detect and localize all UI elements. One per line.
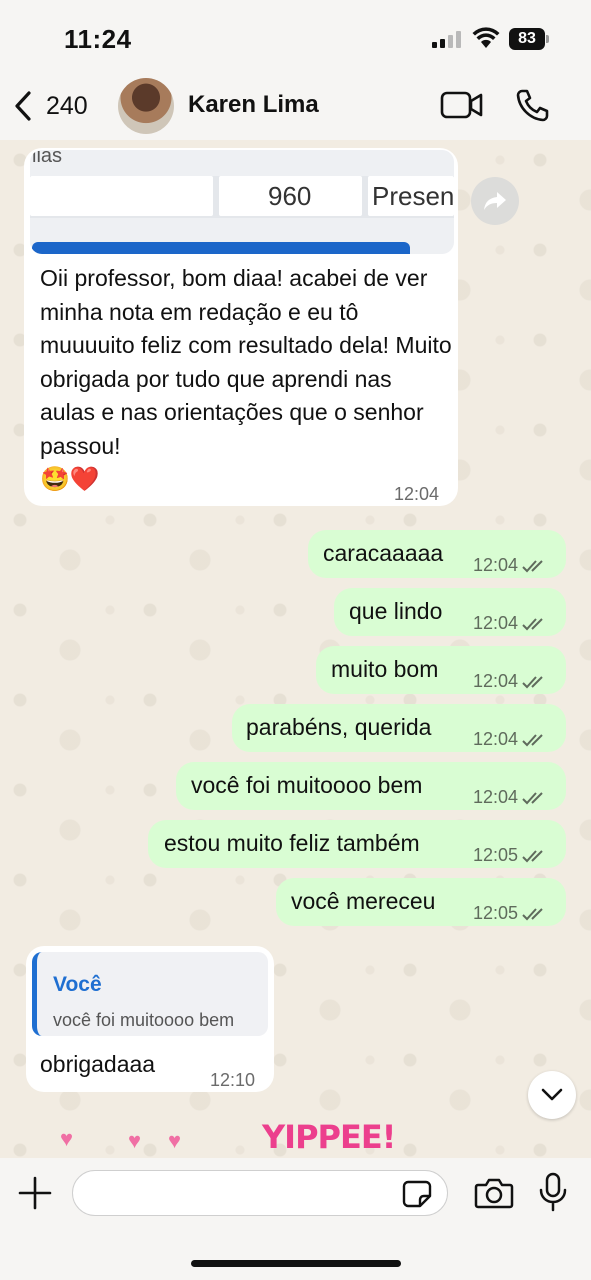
preview-status: Presen: [372, 181, 454, 211]
back-button[interactable]: 240: [12, 88, 102, 124]
heart-icon: ♥: [168, 1128, 182, 1153]
message-outgoing[interactable]: estou muito feliz também 12:05: [148, 820, 566, 868]
sticker-icon[interactable]: [402, 1180, 432, 1208]
message-text: que lindo: [349, 598, 443, 624]
preview-bar: [32, 242, 410, 254]
forward-icon: [484, 192, 506, 210]
plus-icon[interactable]: [18, 1176, 52, 1210]
quoted-text: você foi muitoooo bem: [53, 1010, 235, 1030]
message-time: 12:05: [473, 839, 548, 872]
sticker-text: YIPPEE!: [262, 1118, 396, 1156]
message-time: 12:04: [473, 607, 548, 640]
read-ticks-icon: [522, 560, 543, 573]
message-text: parabéns, querida: [246, 714, 432, 740]
message-outgoing[interactable]: você foi muitoooo bem 12:04: [176, 762, 566, 810]
preview-score: 960: [268, 181, 312, 211]
read-ticks-icon: [522, 618, 543, 631]
cellular-signal-icon: [432, 30, 464, 48]
video-call-icon[interactable]: [440, 88, 484, 122]
quoted-message[interactable]: Você você foi muitoooo bem: [32, 952, 268, 1036]
image-preview[interactable]: lias 960 Presen: [30, 150, 454, 254]
message-time: 12:04: [473, 781, 548, 814]
heart-icon: ♥: [128, 1128, 142, 1153]
message-time: 12:04: [473, 549, 548, 582]
message-outgoing[interactable]: você mereceu 12:05: [276, 878, 566, 926]
message-incoming[interactable]: lias 960 Presen Oii professor, bom diaa!…: [24, 148, 458, 506]
message-incoming-reply[interactable]: Você você foi muitoooo bem obrigadaaa 12…: [26, 946, 274, 1092]
message-outgoing[interactable]: caracaaaaa 12:04: [308, 530, 566, 578]
avatar[interactable]: [118, 78, 174, 134]
quoted-author: Você: [53, 973, 102, 996]
chevron-down-icon: [541, 1088, 563, 1101]
message-outgoing[interactable]: que lindo 12:04: [334, 588, 566, 636]
message-time: 12:04: [473, 723, 548, 756]
message-time: 12:10: [210, 1070, 256, 1090]
message-text: você foi muitoooo bem: [191, 772, 423, 798]
read-ticks-icon: [522, 850, 543, 863]
scroll-to-bottom-button[interactable]: [528, 1071, 576, 1119]
message-time: 12:04: [473, 665, 548, 698]
message-outgoing[interactable]: muito bom 12:04: [316, 646, 566, 694]
chevron-left-icon: [15, 91, 31, 121]
message-time: 12:05: [473, 897, 548, 930]
heart-icon: ♥: [60, 1126, 74, 1151]
message-outgoing[interactable]: parabéns, querida 12:04: [232, 704, 566, 752]
message-text: você mereceu: [291, 888, 436, 914]
message-emoji: 🤩❤️: [40, 466, 100, 493]
message-input[interactable]: [72, 1170, 448, 1216]
read-ticks-icon: [522, 908, 543, 921]
unread-count: 240: [46, 91, 88, 120]
camera-icon[interactable]: [474, 1176, 514, 1210]
phone-call-icon[interactable]: [515, 88, 551, 122]
message-text: muito bom: [331, 656, 439, 682]
contact-name[interactable]: Karen Lima: [188, 91, 319, 119]
read-ticks-icon: [522, 676, 543, 689]
read-ticks-icon: [522, 734, 543, 747]
message-time: 12:04: [394, 484, 440, 504]
composer-bar: [0, 1158, 591, 1280]
message-text: Oii professor, bom diaa! acabei de ver m…: [40, 265, 452, 493]
status-time: 11:24: [64, 24, 132, 54]
message-text: caracaaaaa: [323, 540, 444, 566]
wifi-icon: [472, 27, 500, 48]
chat-header: 240 Karen Lima: [0, 74, 591, 140]
message-text: obrigadaaa: [40, 1051, 156, 1077]
home-indicator: [191, 1260, 401, 1267]
battery-icon: 83: [509, 28, 549, 50]
read-ticks-icon: [522, 792, 543, 805]
forward-button[interactable]: [471, 177, 519, 225]
status-bar: 11:24 83: [0, 0, 591, 74]
sticker-message[interactable]: ♥ ♥ ♥ YIPPEE!: [40, 1118, 420, 1158]
preview-top-text: lias: [32, 150, 63, 167]
preview-table-row: 960 Presen: [30, 176, 454, 218]
message-text: estou muito feliz também: [164, 830, 420, 856]
microphone-icon[interactable]: [538, 1172, 568, 1212]
